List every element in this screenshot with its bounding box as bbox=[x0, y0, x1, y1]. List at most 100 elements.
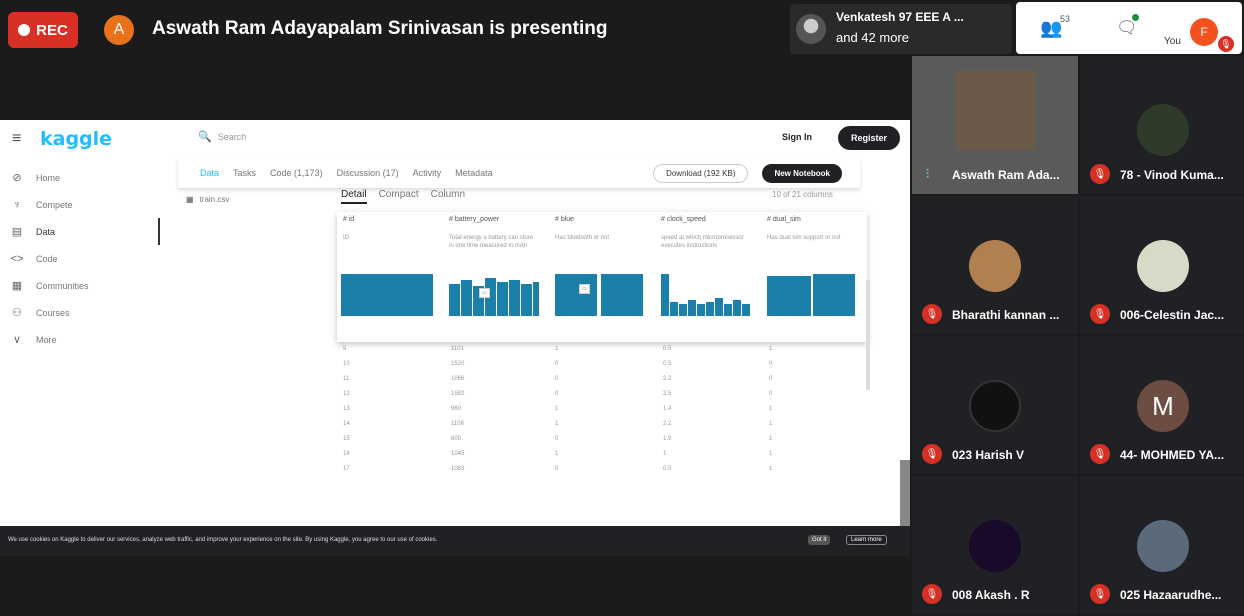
nav-item-data[interactable]: ▤ Data bbox=[10, 218, 160, 245]
self-avatar[interactable]: F bbox=[1190, 18, 1218, 46]
self-mic-off-icon: 🎙 bbox=[1218, 36, 1234, 52]
presenter-avatar: A bbox=[104, 15, 134, 45]
register-button[interactable]: Register bbox=[838, 126, 900, 150]
histogram bbox=[767, 274, 855, 316]
download-button[interactable]: Download (192 KB) bbox=[653, 163, 749, 183]
participant-avatar bbox=[796, 14, 826, 44]
tab-activity[interactable]: Activity bbox=[413, 168, 442, 178]
mic-off-icon: 🎙 bbox=[1090, 164, 1110, 184]
participant-name: 006-Celestin Jac... bbox=[1120, 308, 1225, 322]
nav-label: Data bbox=[36, 226, 56, 237]
table-cell: 600 bbox=[451, 436, 462, 442]
participant-tile[interactable]: M 🎙 44- MOHMED YA... bbox=[1080, 336, 1244, 474]
sign-in-link[interactable]: Sign In bbox=[782, 132, 812, 142]
people-button[interactable]: 👥 53 bbox=[1040, 14, 1070, 39]
nav-label: Code bbox=[36, 253, 58, 264]
mic-off-icon: 🎙 bbox=[922, 304, 942, 324]
cookie-ok-button[interactable]: Got it bbox=[808, 535, 831, 545]
column-header: # id bbox=[343, 216, 355, 223]
tab-discussion[interactable]: Discussion (17) bbox=[337, 168, 399, 178]
table-cell: 1 bbox=[769, 346, 773, 352]
other-participants-chip[interactable]: Venkatesh 97 EEE A ... and 42 more bbox=[790, 4, 1012, 54]
participant-avatar bbox=[969, 380, 1021, 432]
new-notebook-button[interactable]: New Notebook bbox=[762, 163, 842, 183]
table-cell: 960 bbox=[451, 406, 462, 412]
column-description: Has bluetooth or not bbox=[555, 235, 610, 241]
nav-item-compete[interactable]: ♆ Compete bbox=[10, 191, 160, 218]
home-icon: ⊘ bbox=[12, 172, 22, 184]
table-cell: 0.5 bbox=[663, 466, 672, 472]
participant-avatar bbox=[1137, 520, 1189, 572]
nav-item-courses[interactable]: ⚇ Courses bbox=[10, 299, 160, 326]
search-input[interactable]: 🔍 Search bbox=[198, 130, 246, 143]
participant-name: 008 Akash . R bbox=[952, 588, 1030, 602]
participant-tile[interactable]: ⫶ Aswath Ram Ada... bbox=[912, 56, 1078, 194]
column-header: # blue bbox=[555, 216, 575, 223]
trophy-icon: ♆ bbox=[12, 198, 22, 211]
table-row: 13 960 1 1.4 1 bbox=[337, 402, 867, 417]
table-row: 16 1045 1 1 1 bbox=[337, 447, 867, 462]
table-cell: 1 bbox=[769, 451, 773, 457]
subtab-detail[interactable]: Detail bbox=[341, 189, 367, 204]
participant-tile[interactable]: 🎙 023 Harish V bbox=[912, 336, 1078, 474]
search-placeholder: Search bbox=[217, 132, 247, 142]
column-header: # battery_power bbox=[449, 216, 500, 223]
table-cell: 1 bbox=[769, 436, 773, 442]
table-cell: 1 bbox=[555, 451, 559, 457]
table-cell: 1582 bbox=[451, 391, 465, 397]
nav-item-code[interactable]: <> Code bbox=[10, 245, 160, 272]
participant-name: 025 Hazaarudhe... bbox=[1120, 588, 1222, 602]
participant-tile[interactable]: 🎙 006-Celestin Jac... bbox=[1080, 196, 1244, 334]
participant-initial-avatar: M bbox=[1137, 380, 1189, 432]
kaggle-sidebar: ≡ kaggle ⊘ Home ♆ Compete ▤ Data <> Code ▦ Co… bbox=[0, 120, 160, 556]
table-row: 15 600 0 1.9 1 bbox=[337, 432, 867, 447]
participant-name: 78 - Vinod Kuma... bbox=[1120, 168, 1224, 182]
table-cell: 0 bbox=[555, 361, 559, 367]
tab-data[interactable]: Data bbox=[200, 168, 219, 178]
column-description: Has dual sim support or not bbox=[767, 235, 841, 241]
participant-tile[interactable]: 🎙 Bharathi kannan ... bbox=[912, 196, 1078, 334]
menu-icon[interactable]: ≡ bbox=[12, 130, 21, 148]
nav-item-communities[interactable]: ▦ Communities bbox=[10, 272, 160, 299]
histogram-tooltip: ▭ bbox=[479, 288, 490, 298]
table-cell: 11 bbox=[343, 376, 350, 382]
table-cell: 1101 bbox=[451, 346, 464, 352]
table-cell: 10 bbox=[343, 361, 350, 367]
data-rows: 9 1101 1 0.5 1 10 1520 0 0.5 0 11 1066 0 2.2 0 12 1582 0 2… bbox=[337, 342, 867, 477]
table-row: 14 1108 1 2.2 1 bbox=[337, 417, 867, 432]
mic-off-icon: 🎙 bbox=[922, 444, 942, 464]
tab-metadata[interactable]: Metadata bbox=[455, 168, 493, 178]
column-header: # dual_sim bbox=[767, 216, 801, 223]
table-cell: 0 bbox=[769, 391, 773, 397]
participant-tile[interactable]: 🎙 008 Akash . R bbox=[912, 476, 1078, 614]
people-count: 53 bbox=[1060, 14, 1071, 24]
column-description: Total energy a battery can store in one … bbox=[449, 235, 534, 249]
tab-code[interactable]: Code (1,173) bbox=[270, 168, 323, 178]
histogram bbox=[555, 274, 643, 316]
nav-item-more[interactable]: ∨ More bbox=[10, 326, 160, 353]
histogram bbox=[661, 274, 750, 316]
subtab-column[interactable]: Column bbox=[431, 189, 465, 204]
participant-tile[interactable]: 🎙 025 Hazaarudhe... bbox=[1080, 476, 1244, 614]
participant-tile[interactable]: 🎙 78 - Vinod Kuma... bbox=[1080, 56, 1244, 194]
table-cell: 1 bbox=[769, 466, 773, 472]
chat-notification-dot bbox=[1132, 14, 1139, 21]
table-cell: 0 bbox=[555, 436, 559, 442]
chat-button[interactable]: 🗨 bbox=[1116, 18, 1138, 38]
participant-name: Aswath Ram Ada... bbox=[952, 168, 1060, 182]
column-description: speed at which microprocessor executes i… bbox=[661, 235, 744, 249]
column-count-select[interactable]: 10 of 21 columns bbox=[772, 190, 833, 199]
table-cell: 1.9 bbox=[663, 436, 672, 442]
nav-item-home[interactable]: ⊘ Home bbox=[10, 164, 160, 191]
table-cell: 17 bbox=[343, 466, 350, 472]
kaggle-logo[interactable]: kaggle bbox=[40, 128, 112, 150]
table-cell: 13 bbox=[343, 406, 350, 412]
subtab-compact[interactable]: Compact bbox=[379, 189, 419, 204]
table-cell: 0 bbox=[555, 391, 559, 397]
tab-tasks[interactable]: Tasks bbox=[233, 168, 256, 178]
cookie-learn-more-button[interactable]: Learn more bbox=[846, 535, 887, 545]
file-icon: ▦ bbox=[186, 195, 194, 204]
file-item[interactable]: ▦ train.csv bbox=[186, 195, 229, 204]
participant-video bbox=[955, 70, 1035, 150]
table-cell: 2.5 bbox=[663, 391, 672, 397]
